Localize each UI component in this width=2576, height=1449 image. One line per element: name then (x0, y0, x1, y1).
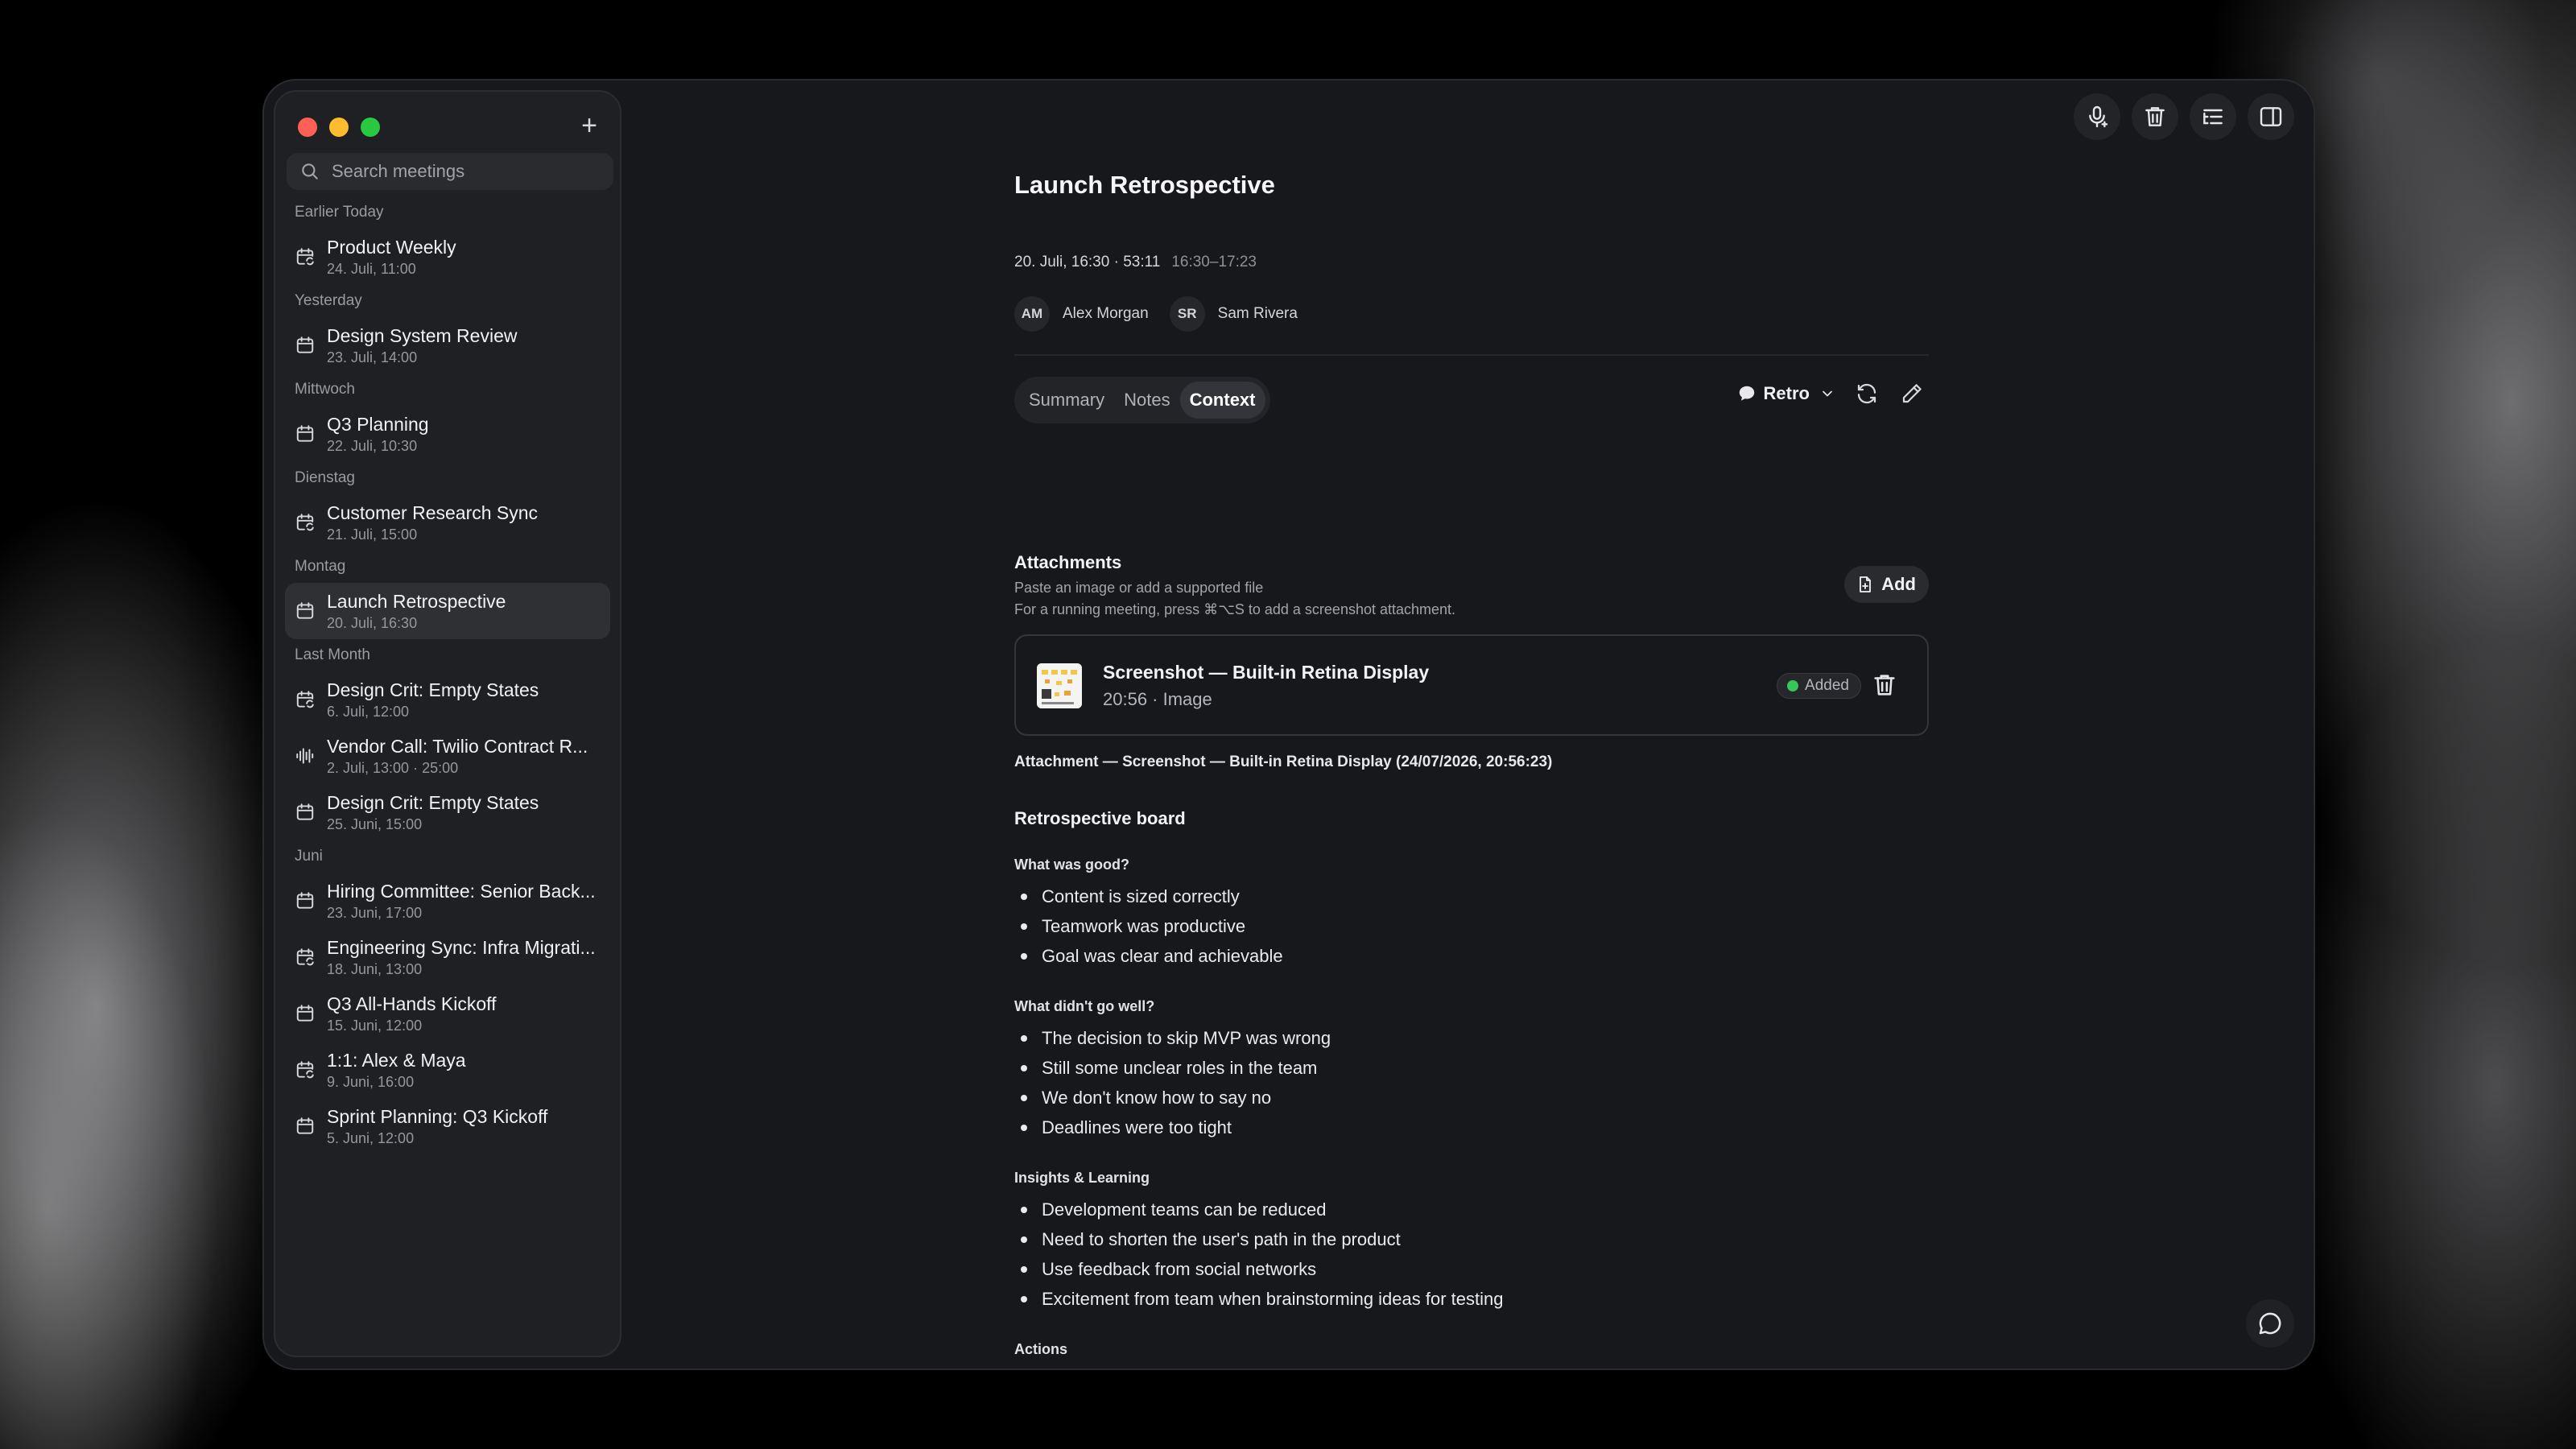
search-icon (302, 163, 318, 180)
list-item: Teamwork was productive (1014, 911, 1929, 941)
meeting-list: Earlier Today Product Weekly 24. Juli, 11:… (275, 196, 620, 1154)
section-heading: Insights & Learning (1014, 1170, 1150, 1186)
sidebar-meeting-item[interactable]: Vendor Call: Twilio Contract R... 2. Juli… (285, 728, 610, 784)
document-sections: What was good? Content is sized correctly… (1014, 857, 1929, 1368)
meeting-item-title: 1:1: Alex & Maya (327, 1050, 466, 1071)
meeting-item-date: 15. Juni, 12:00 (327, 1018, 423, 1034)
calendar-icon (295, 890, 316, 911)
sidebar-group-label: Montag (295, 558, 346, 575)
sidebar-meeting-item[interactable]: Design Crit: Empty States 6. Juli, 12:00 (285, 671, 610, 728)
sidebar-group-label: Earlier Today (295, 204, 384, 221)
calendar-repeat-icon (295, 689, 316, 710)
sidebar-meeting-item[interactable]: Engineering Sync: Infra Migrati... 18. Ju… (285, 929, 610, 985)
meeting-item-date: 6. Juli, 12:00 (327, 704, 410, 720)
notes-document[interactable]: Attachment — Screenshot — Built-in Retin… (1014, 753, 1929, 1368)
window-controls (298, 118, 380, 137)
meeting-item-date: 2. Juli, 13:00 · 25:00 (327, 760, 459, 776)
meeting-item-title: Q3 Planning (327, 414, 429, 435)
sidebar-group-label: Juni (295, 848, 323, 865)
sidebar-meeting-item[interactable]: Product Weekly 24. Juli, 11:00 (285, 229, 610, 285)
minimize-window-button[interactable] (329, 118, 349, 137)
meeting-item-date: 23. Juni, 17:00 (327, 905, 423, 921)
calendar-icon (295, 1116, 316, 1137)
list-item: Excitement from team when brainstorming … (1014, 1284, 1929, 1314)
sidebar-group-label: Dienstag (295, 469, 355, 486)
bullet-list: Check inLogoHomepage (1014, 1366, 1929, 1368)
sidebar-meeting-item[interactable]: Q3 Planning 22. Juli, 10:30 (285, 406, 610, 462)
calendar-icon (295, 423, 316, 444)
chat-bubble-icon (2259, 1312, 2281, 1335)
section-heading: What was good? (1014, 857, 1129, 873)
attachment-caption: Attachment — Screenshot — Built-in Retin… (1014, 753, 1553, 770)
sidebar-group-label: Yesterday (295, 292, 362, 309)
meeting-item-title: Design System Review (327, 325, 518, 346)
close-window-button[interactable] (298, 118, 317, 137)
sidebar-meeting-item[interactable]: Customer Research Sync 21. Juli, 15:00 (285, 494, 610, 551)
meeting-item-title: Customer Research Sync (327, 502, 539, 523)
meeting-item-date: 18. Juni, 13:00 (327, 961, 423, 977)
calendar-icon (295, 802, 316, 823)
sidebar-meeting-item[interactable]: Launch Retrospective 20. Juli, 16:30 (285, 583, 610, 639)
calendar-repeat-icon (295, 1059, 316, 1080)
list-item: Goal was clear and achievable (1014, 941, 1929, 971)
sidebar-group-label: Mittwoch (295, 381, 355, 398)
bullet-list: Content is sized correctly Teamwork was p… (1014, 881, 1929, 971)
list-item: Deadlines were too tight (1014, 1113, 1929, 1142)
meeting-item-title: Q3 All-Hands Kickoff (327, 993, 497, 1014)
calendar-icon (295, 1003, 316, 1024)
list-item: We don't know how to say no (1014, 1083, 1929, 1113)
section-heading: Actions (1014, 1341, 1068, 1357)
meeting-item-title: Design Crit: Empty States (327, 792, 539, 813)
meeting-item-title: Engineering Sync: Infra Migrati... (327, 937, 596, 958)
bullet-list: The decision to skip MVP was wrong Still … (1014, 1023, 1929, 1142)
list-item: The decision to skip MVP was wrong (1014, 1023, 1929, 1053)
zoom-window-button[interactable] (361, 118, 380, 137)
meeting-item-date: 25. Juni, 15:00 (327, 816, 423, 832)
waveform-icon (295, 745, 316, 766)
list-item: Development teams can be reduced (1014, 1195, 1929, 1224)
meeting-item-title: Hiring Committee: Senior Back... (327, 881, 596, 902)
sidebar-meeting-item[interactable]: Hiring Committee: Senior Back... 23. Juni… (285, 873, 610, 929)
meeting-item-title: Vendor Call: Twilio Contract R... (327, 736, 588, 757)
calendar-icon (295, 335, 316, 356)
meeting-item-date: 21. Juli, 15:00 (327, 526, 418, 543)
app-window: + Earlier Today Product Weekly 24. Juli, 1… (264, 80, 2314, 1368)
calendar-icon (295, 601, 316, 621)
new-meeting-button[interactable]: + (573, 109, 605, 142)
list-item: Content is sized correctly (1014, 881, 1929, 911)
meeting-item-date: 20. Juli, 16:30 (327, 615, 418, 631)
meeting-item-date: 5. Juni, 12:00 (327, 1130, 415, 1146)
meeting-item-date: 9. Juni, 16:00 (327, 1074, 415, 1090)
meeting-item-title: Product Weekly (327, 237, 456, 258)
plus-icon: + (581, 110, 597, 141)
list-item: Check in (1014, 1366, 1929, 1368)
sidebar-meeting-item[interactable]: Sprint Planning: Q3 Kickoff 5. Juni, 12:0… (285, 1098, 610, 1154)
section-heading: What didn't go well? (1014, 998, 1155, 1014)
sidebar-meeting-item[interactable]: 1:1: Alex & Maya 9. Juni, 16:00 (285, 1042, 610, 1098)
sidebar-group-label: Last Month (295, 646, 370, 663)
sidebar-meeting-item[interactable]: Q3 All-Hands Kickoff 15. Juni, 12:00 (285, 985, 610, 1042)
list-item: Use feedback from social networks (1014, 1254, 1929, 1284)
chat-button[interactable] (2246, 1299, 2294, 1348)
calendar-repeat-icon (295, 246, 316, 267)
search-bar[interactable] (287, 153, 613, 190)
sidebar: + Earlier Today Product Weekly 24. Juli, 1… (274, 90, 621, 1357)
list-item: Need to shorten the user's path in the p… (1014, 1224, 1929, 1254)
meeting-item-date: 24. Juli, 11:00 (327, 261, 416, 277)
meeting-item-date: 22. Juli, 10:30 (327, 438, 418, 454)
bullet-list: Development teams can be reduced Need to … (1014, 1195, 1929, 1314)
meeting-item-date: 23. Juli, 14:00 (327, 349, 418, 365)
document-heading: Retrospective board (1014, 808, 1186, 828)
meeting-item-title: Launch Retrospective (327, 591, 506, 612)
calendar-repeat-icon (295, 512, 316, 533)
sidebar-meeting-item[interactable]: Design System Review 23. Juli, 14:00 (285, 317, 610, 374)
calendar-repeat-icon (295, 947, 316, 968)
document-viewport: Attachment — Screenshot — Built-in Retin… (642, 80, 2314, 1368)
meeting-item-title: Design Crit: Empty States (327, 679, 539, 700)
list-item: Still some unclear roles in the team (1014, 1053, 1929, 1083)
sidebar-meeting-item[interactable]: Design Crit: Empty States 25. Juni, 15:00 (285, 784, 610, 840)
search-input[interactable] (332, 161, 605, 182)
meeting-item-title: Sprint Planning: Q3 Kickoff (327, 1106, 548, 1127)
